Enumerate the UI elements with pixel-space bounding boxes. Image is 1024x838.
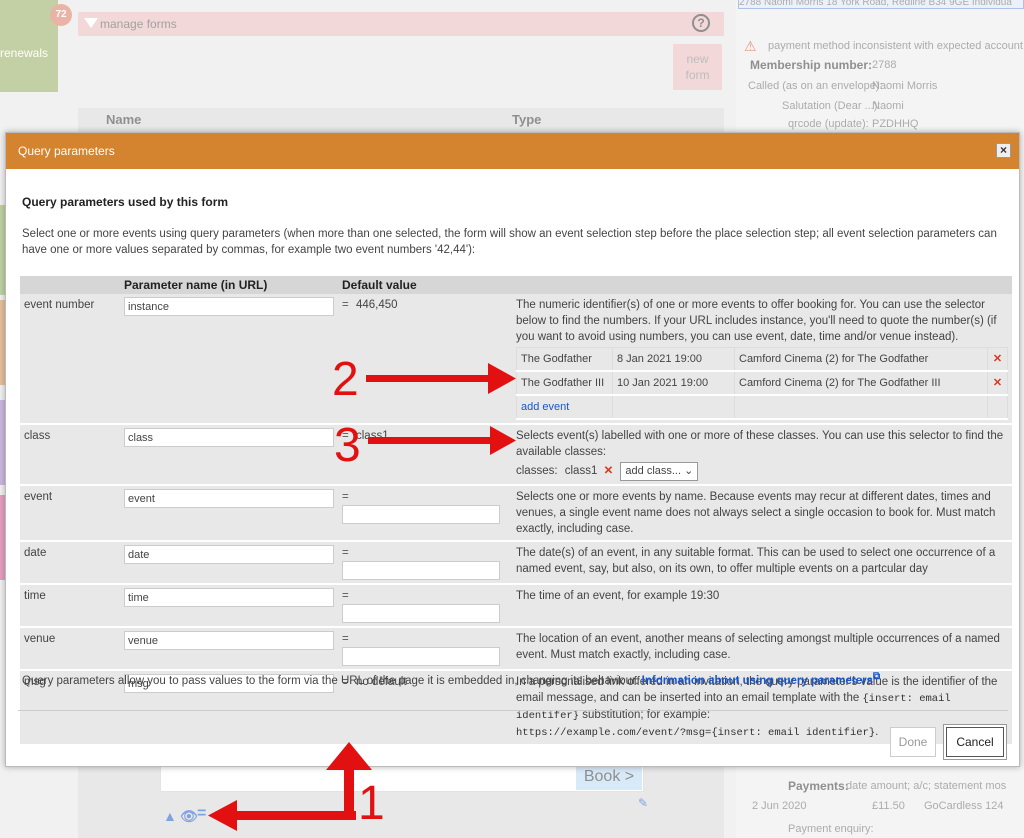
arrow-3-shaft	[368, 437, 496, 444]
arrow-3-head	[490, 426, 516, 455]
annotation-number-1: 1	[358, 777, 385, 830]
arrow-2-shaft	[366, 375, 492, 382]
annotation-number-2: 2	[332, 353, 359, 406]
arrow-1-head-left	[208, 800, 237, 831]
annotation-number-3: 3	[334, 419, 361, 472]
arrow-1-shaft-vertical	[344, 766, 354, 820]
arrow-1-shaft-horizontal	[232, 811, 356, 820]
annotation-layer	[208, 363, 516, 831]
arrow-1-head-up	[326, 742, 372, 770]
arrow-2-head	[488, 363, 516, 394]
